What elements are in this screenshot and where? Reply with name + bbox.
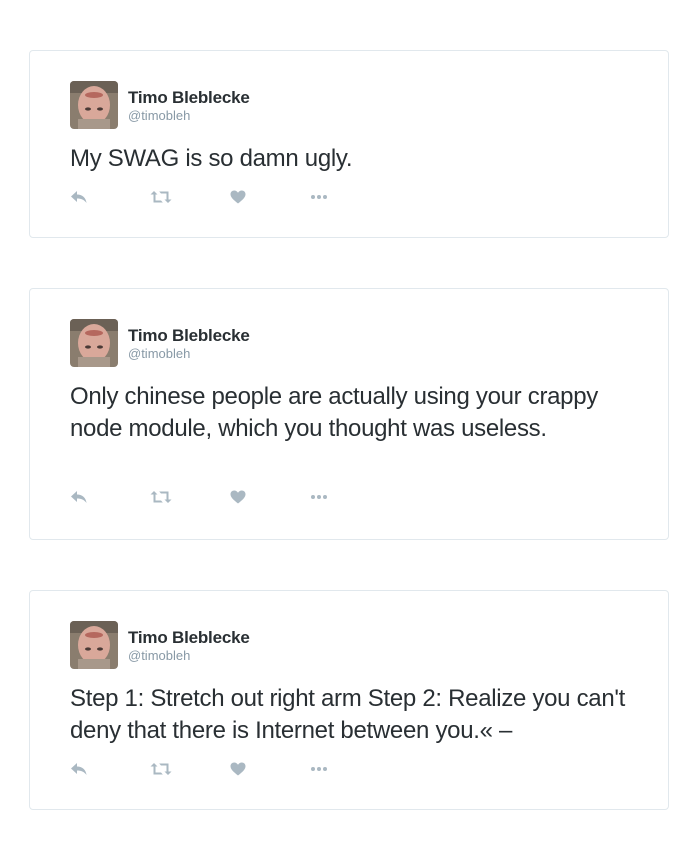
tweet-header: Timo Bleblecke @timobleh [70, 319, 250, 367]
tweet-feed: Timo Bleblecke @timobleh My SWAG is so d… [0, 0, 700, 860]
tweet-actions [70, 187, 390, 207]
tweet-fullname[interactable]: Timo Bleblecke [128, 88, 250, 108]
avatar[interactable] [70, 319, 118, 367]
more-button[interactable] [310, 759, 390, 779]
more-dots-icon [311, 495, 327, 499]
retweet-button[interactable] [150, 187, 230, 207]
like-heart-icon [230, 490, 246, 504]
tweet-screen-name[interactable]: @timobleh [128, 648, 250, 664]
like-heart-icon [230, 762, 246, 776]
more-dots-icon [311, 767, 327, 771]
tweet-card: Timo Bleblecke @timobleh Only chinese pe… [29, 288, 669, 540]
retweet-button[interactable] [150, 487, 230, 507]
reply-icon [71, 763, 87, 775]
tweet-card: Timo Bleblecke @timobleh Step 1: Stretch… [29, 590, 669, 810]
like-heart-icon [230, 190, 246, 204]
tweet-fullname[interactable]: Timo Bleblecke [128, 628, 250, 648]
reply-button[interactable] [70, 487, 150, 507]
retweet-button[interactable] [150, 759, 230, 779]
avatar[interactable] [70, 621, 118, 669]
reply-icon [71, 191, 87, 203]
more-button[interactable] [310, 187, 390, 207]
avatar[interactable] [70, 81, 118, 129]
tweet-screen-name[interactable]: @timobleh [128, 108, 250, 124]
tweet-text: Only chinese people are actually using y… [70, 383, 598, 442]
tweet-actions [70, 487, 390, 507]
tweet-fullname[interactable]: Timo Bleblecke [128, 326, 250, 346]
like-button[interactable] [230, 759, 310, 779]
tweet-card: Timo Bleblecke @timobleh My SWAG is so d… [29, 50, 669, 238]
tweet-header: Timo Bleblecke @timobleh [70, 81, 250, 129]
like-button[interactable] [230, 187, 310, 207]
tweet-screen-name[interactable]: @timobleh [128, 346, 250, 362]
more-dots-icon [311, 195, 327, 199]
reply-button[interactable] [70, 759, 150, 779]
tweet-text: Step 1: Stretch out right arm Step 2: Re… [70, 685, 626, 744]
reply-button[interactable] [70, 187, 150, 207]
tweet-actions [70, 759, 390, 779]
retweet-icon [150, 491, 172, 503]
tweet-header: Timo Bleblecke @timobleh [70, 621, 250, 669]
retweet-icon [150, 191, 172, 203]
retweet-icon [150, 763, 172, 775]
tweet-text: My SWAG is so damn ugly. [70, 145, 353, 172]
more-button[interactable] [310, 487, 390, 507]
like-button[interactable] [230, 487, 310, 507]
reply-icon [71, 491, 87, 503]
